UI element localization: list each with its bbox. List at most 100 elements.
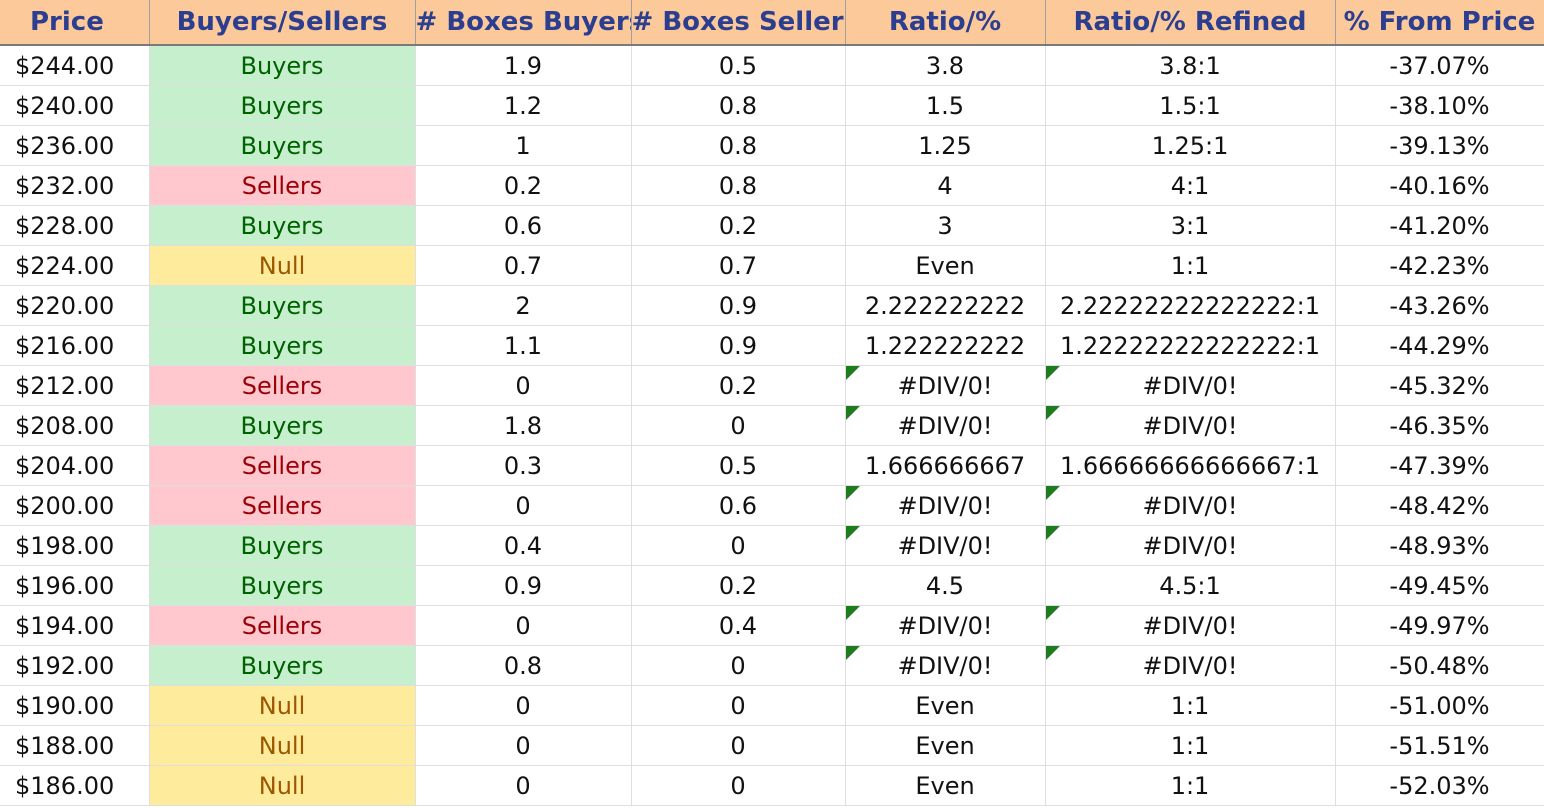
pct-from-price-cell[interactable]: -42.23% xyxy=(1335,245,1544,286)
ratio-cell[interactable]: 4.5 xyxy=(845,565,1046,606)
error-indicator-icon[interactable] xyxy=(845,526,860,540)
ratio-cell[interactable]: 1.666666667 xyxy=(845,445,1046,486)
side-cell[interactable]: Buyers xyxy=(149,205,416,246)
ratio-refined-cell[interactable]: 3:1 xyxy=(1045,205,1336,246)
boxes-buyers-cell[interactable]: 0.7 xyxy=(415,245,632,286)
ratio-cell[interactable]: #DIV/0! xyxy=(845,365,1046,406)
boxes-buyers-cell[interactable]: 0 xyxy=(415,765,632,806)
ratio-cell[interactable]: #DIV/0! xyxy=(845,405,1046,446)
pct-from-price-cell[interactable]: -39.13% xyxy=(1335,125,1544,166)
side-cell[interactable]: Buyers xyxy=(149,85,416,126)
ratio-refined-cell[interactable]: 1:1 xyxy=(1045,245,1336,286)
pct-from-price-cell[interactable]: -51.51% xyxy=(1335,725,1544,766)
ratio-cell[interactable]: 3 xyxy=(845,205,1046,246)
side-cell[interactable]: Sellers xyxy=(149,165,416,206)
boxes-sellers-cell[interactable]: 0.5 xyxy=(631,45,846,86)
ratio-cell[interactable]: #DIV/0! xyxy=(845,645,1046,686)
ratio-refined-cell[interactable]: 2.22222222222222:1 xyxy=(1045,285,1336,326)
side-cell[interactable]: Buyers xyxy=(149,525,416,566)
price-cell[interactable]: $232.00 xyxy=(0,165,150,206)
ratio-refined-cell[interactable]: #DIV/0! xyxy=(1045,645,1336,686)
price-cell[interactable]: $228.00 xyxy=(0,205,150,246)
side-cell[interactable]: Null xyxy=(149,765,416,806)
boxes-sellers-cell[interactable]: 0.7 xyxy=(631,245,846,286)
ratio-cell[interactable]: 1.222222222 xyxy=(845,325,1046,366)
ratio-cell[interactable]: 2.222222222 xyxy=(845,285,1046,326)
column-header-boxes-buyers[interactable]: # Boxes Buyers xyxy=(415,0,632,46)
ratio-refined-cell[interactable]: 1.25:1 xyxy=(1045,125,1336,166)
side-cell[interactable]: Sellers xyxy=(149,445,416,486)
ratio-refined-cell[interactable]: #DIV/0! xyxy=(1045,485,1336,526)
ratio-cell[interactable]: Even xyxy=(845,685,1046,726)
ratio-refined-cell[interactable]: 1:1 xyxy=(1045,765,1336,806)
pct-from-price-cell[interactable]: -40.16% xyxy=(1335,165,1544,206)
price-cell[interactable]: $240.00 xyxy=(0,85,150,126)
price-cell[interactable]: $190.00 xyxy=(0,685,150,726)
boxes-buyers-cell[interactable]: 1.8 xyxy=(415,405,632,446)
price-cell[interactable]: $224.00 xyxy=(0,245,150,286)
ratio-cell[interactable]: Even xyxy=(845,245,1046,286)
ratio-refined-cell[interactable]: 1.5:1 xyxy=(1045,85,1336,126)
side-cell[interactable]: Buyers xyxy=(149,45,416,86)
price-cell[interactable]: $244.00 xyxy=(0,45,150,86)
side-cell[interactable]: Buyers xyxy=(149,125,416,166)
error-indicator-icon[interactable] xyxy=(845,406,860,420)
ratio-cell[interactable]: 4 xyxy=(845,165,1046,206)
pct-from-price-cell[interactable]: -48.42% xyxy=(1335,485,1544,526)
ratio-refined-cell[interactable]: #DIV/0! xyxy=(1045,605,1336,646)
column-header-pct-from-price[interactable]: % From Price xyxy=(1335,0,1544,46)
boxes-buyers-cell[interactable]: 0 xyxy=(415,725,632,766)
boxes-sellers-cell[interactable]: 0.9 xyxy=(631,325,846,366)
boxes-sellers-cell[interactable]: 0.2 xyxy=(631,205,846,246)
ratio-cell[interactable]: 3.8 xyxy=(845,45,1046,86)
pct-from-price-cell[interactable]: -52.03% xyxy=(1335,765,1544,806)
boxes-buyers-cell[interactable]: 0.9 xyxy=(415,565,632,606)
ratio-cell[interactable]: #DIV/0! xyxy=(845,605,1046,646)
ratio-refined-cell[interactable]: #DIV/0! xyxy=(1045,525,1336,566)
boxes-buyers-cell[interactable]: 0.3 xyxy=(415,445,632,486)
price-cell[interactable]: $204.00 xyxy=(0,445,150,486)
ratio-refined-cell[interactable]: 1:1 xyxy=(1045,725,1336,766)
ratio-cell[interactable]: #DIV/0! xyxy=(845,525,1046,566)
side-cell[interactable]: Buyers xyxy=(149,285,416,326)
pct-from-price-cell[interactable]: -48.93% xyxy=(1335,525,1544,566)
pct-from-price-cell[interactable]: -44.29% xyxy=(1335,325,1544,366)
boxes-buyers-cell[interactable]: 1.2 xyxy=(415,85,632,126)
side-cell[interactable]: Sellers xyxy=(149,485,416,526)
boxes-buyers-cell[interactable]: 1.1 xyxy=(415,325,632,366)
pct-from-price-cell[interactable]: -45.32% xyxy=(1335,365,1544,406)
pct-from-price-cell[interactable]: -49.97% xyxy=(1335,605,1544,646)
error-indicator-icon[interactable] xyxy=(845,646,860,660)
price-cell[interactable]: $220.00 xyxy=(0,285,150,326)
price-cell[interactable]: $186.00 xyxy=(0,765,150,806)
side-cell[interactable]: Sellers xyxy=(149,605,416,646)
boxes-sellers-cell[interactable]: 0.5 xyxy=(631,445,846,486)
column-header-boxes-sellers[interactable]: # Boxes Sellers xyxy=(631,0,846,46)
error-indicator-icon[interactable] xyxy=(1045,526,1060,540)
boxes-sellers-cell[interactable]: 0.8 xyxy=(631,125,846,166)
ratio-refined-cell[interactable]: #DIV/0! xyxy=(1045,365,1336,406)
boxes-buyers-cell[interactable]: 1 xyxy=(415,125,632,166)
ratio-cell[interactable]: 1.5 xyxy=(845,85,1046,126)
column-header-price[interactable]: Price xyxy=(0,0,150,46)
pct-from-price-cell[interactable]: -47.39% xyxy=(1335,445,1544,486)
boxes-buyers-cell[interactable]: 2 xyxy=(415,285,632,326)
ratio-refined-cell[interactable]: 1:1 xyxy=(1045,685,1336,726)
boxes-sellers-cell[interactable]: 0 xyxy=(631,405,846,446)
ratio-cell[interactable]: 1.25 xyxy=(845,125,1046,166)
boxes-sellers-cell[interactable]: 0.9 xyxy=(631,285,846,326)
pct-from-price-cell[interactable]: -46.35% xyxy=(1335,405,1544,446)
error-indicator-icon[interactable] xyxy=(845,606,860,620)
boxes-buyers-cell[interactable]: 0.4 xyxy=(415,525,632,566)
boxes-buyers-cell[interactable]: 0 xyxy=(415,685,632,726)
price-cell[interactable]: $196.00 xyxy=(0,565,150,606)
pct-from-price-cell[interactable]: -38.10% xyxy=(1335,85,1544,126)
side-cell[interactable]: Buyers xyxy=(149,645,416,686)
pct-from-price-cell[interactable]: -37.07% xyxy=(1335,45,1544,86)
side-cell[interactable]: Sellers xyxy=(149,365,416,406)
boxes-buyers-cell[interactable]: 0.8 xyxy=(415,645,632,686)
boxes-buyers-cell[interactable]: 1.9 xyxy=(415,45,632,86)
ratio-refined-cell[interactable]: 4:1 xyxy=(1045,165,1336,206)
ratio-refined-cell[interactable]: 3.8:1 xyxy=(1045,45,1336,86)
price-cell[interactable]: $198.00 xyxy=(0,525,150,566)
